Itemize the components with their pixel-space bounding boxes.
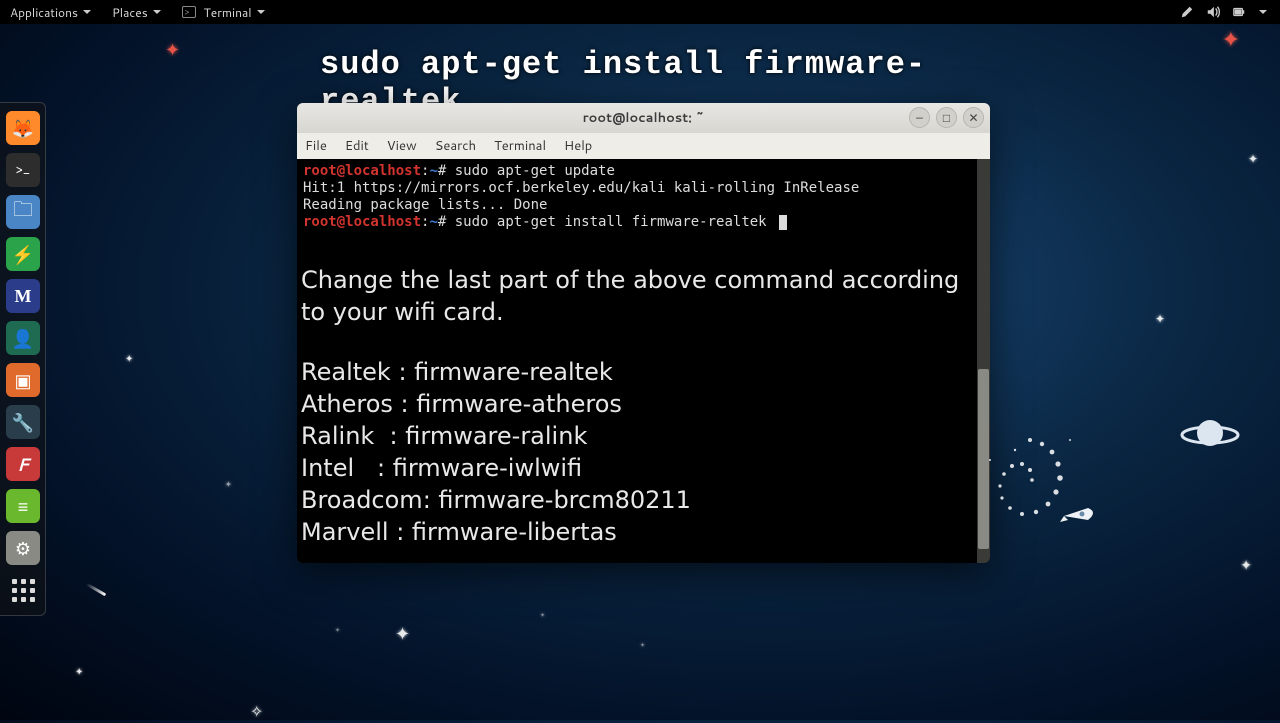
panel-applications[interactable]: Applications xyxy=(0,4,102,21)
wallpaper-planet-icon xyxy=(1180,415,1240,455)
system-tray xyxy=(1180,5,1280,19)
maximize-button[interactable]: □ xyxy=(936,107,957,128)
cursor-icon xyxy=(779,215,787,230)
chevron-down-icon xyxy=(152,7,162,17)
panel-terminal[interactable]: Terminal xyxy=(172,4,276,21)
wallpaper-rocket-icon xyxy=(1058,500,1100,530)
close-button[interactable]: ✕ xyxy=(963,107,984,128)
dock-settings[interactable]: ⚙ xyxy=(6,531,40,565)
dock: 🦊 >_ 🗀 ⚡ M 👤 ▣ 🔧 F ≡ ⚙ xyxy=(0,102,46,616)
pencil-icon[interactable] xyxy=(1180,5,1194,19)
dock-faraday[interactable]: F xyxy=(6,447,40,481)
terminal-icon xyxy=(182,6,196,18)
firmware-line: Broadcom: firmware-brcm80211 xyxy=(301,484,972,516)
window-title: root@localhost: ~ xyxy=(297,109,990,127)
firmware-line: Marvell : firmware-libertas xyxy=(301,516,972,548)
overlay-intro: Change the last part of the above comman… xyxy=(301,264,972,328)
dock-files[interactable]: 🗀 xyxy=(6,195,40,229)
wallpaper-swirl-icon xyxy=(960,400,1100,560)
menu-search[interactable]: Search xyxy=(435,137,476,155)
panel-applications-label: Applications xyxy=(10,4,78,21)
chevron-down-icon xyxy=(82,7,92,17)
firmware-line: Atheros : firmware-atheros xyxy=(301,388,972,420)
minimize-button[interactable]: – xyxy=(909,107,930,128)
dock-burp[interactable]: ▣ xyxy=(6,363,40,397)
dock-maltego[interactable]: 👤 xyxy=(6,321,40,355)
chevron-down-icon xyxy=(256,7,266,17)
panel-places-label: Places xyxy=(112,4,148,21)
menu-help[interactable]: Help xyxy=(564,137,592,155)
battery-icon[interactable] xyxy=(1232,5,1246,19)
volume-icon[interactable] xyxy=(1206,5,1220,19)
firmware-line: Intel : firmware-iwlwifi xyxy=(301,452,972,484)
titlebar[interactable]: root@localhost: ~ – □ ✕ xyxy=(297,103,990,133)
dock-terminal[interactable]: >_ xyxy=(6,153,40,187)
top-panel: Applications Places Terminal xyxy=(0,0,1280,24)
dock-update[interactable]: ⚡ xyxy=(6,237,40,271)
dock-firefox[interactable]: 🦊 xyxy=(6,111,40,145)
firmware-line: Realtek : firmware-realtek xyxy=(301,356,972,388)
menubar: File Edit View Search Terminal Help xyxy=(297,133,990,159)
menu-edit[interactable]: Edit xyxy=(345,137,369,155)
dock-wireshark[interactable]: 🔧 xyxy=(6,405,40,439)
apps-grid-icon xyxy=(12,579,35,602)
terminal-window: root@localhost: ~ – □ ✕ File Edit View S… xyxy=(297,103,990,563)
dock-notes[interactable]: ≡ xyxy=(6,489,40,523)
terminal-body[interactable]: root@localhost:~# sudo apt-get update Hi… xyxy=(297,159,990,563)
instruction-overlay: Change the last part of the above comman… xyxy=(299,264,976,556)
chevron-down-icon[interactable] xyxy=(1258,7,1268,17)
menu-terminal[interactable]: Terminal xyxy=(494,137,546,155)
dock-metasploit[interactable]: M xyxy=(6,279,40,313)
firmware-line: Ralink : firmware-ralink xyxy=(301,420,972,452)
panel-places[interactable]: Places xyxy=(102,4,172,21)
menu-file[interactable]: File xyxy=(305,137,327,155)
menu-view[interactable]: View xyxy=(387,137,417,155)
panel-terminal-label: Terminal xyxy=(204,4,252,21)
dock-show-apps[interactable] xyxy=(6,573,40,607)
